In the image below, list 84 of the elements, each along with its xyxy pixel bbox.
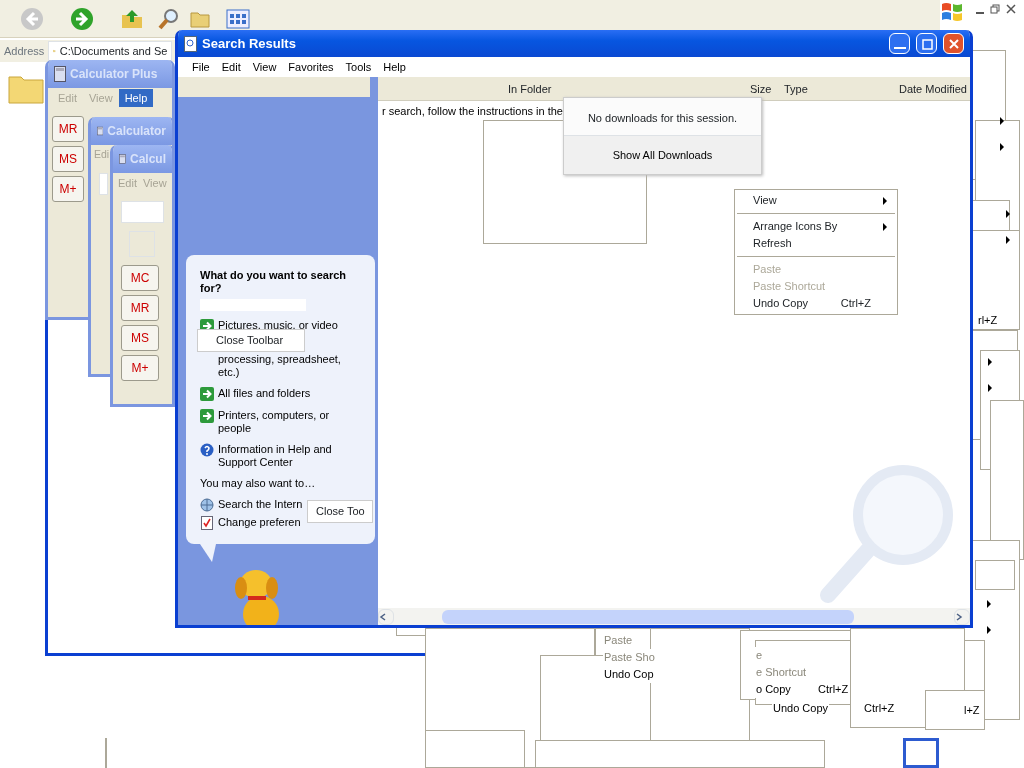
menu-item[interactable]: Refresh [735,235,897,252]
column-header[interactable]: Type [784,80,808,98]
submenu-arrow-icon [987,626,991,634]
window-title: Calculator [107,123,166,140]
submenu-arrow-icon [987,600,991,608]
scroll-left-button[interactable] [378,608,394,625]
key-button[interactable]: MC [121,265,159,291]
menu-item[interactable]: Edit [215,57,247,77]
maximize-button[interactable] [916,33,937,55]
menu-item[interactable]: File [186,57,216,77]
scroll-thumb[interactable] [442,609,854,624]
key-button[interactable]: MR [121,295,159,321]
menu-item[interactable]: Tools [339,57,378,77]
section-label: You may also want to… [200,476,317,490]
show-downloads-button[interactable]: Show All Downloads [564,134,761,174]
search-icon[interactable] [157,7,181,31]
calculator-icon [54,66,66,82]
submenu-arrow-icon [988,384,992,392]
key-button[interactable]: M+ [121,355,159,381]
window-title: Calculator Plus [70,66,158,83]
key-button[interactable]: M+ [52,176,84,202]
column-header[interactable]: In Folder [508,80,552,98]
magnifier-page-icon [184,35,198,52]
heading: What do you want to search for? [200,268,348,295]
submenu-arrow-icon [883,196,887,205]
menu-item-text: e Shortcut [755,664,808,681]
key-button[interactable]: MS [121,325,159,351]
views-icon[interactable] [226,7,250,31]
menu-item-text: e [755,647,764,664]
menu-item[interactable]: Help [118,88,154,108]
maximize-icon [920,37,933,50]
minimize-button[interactable] [889,33,910,55]
restore-icon[interactable] [990,4,1000,14]
checklist-icon [200,515,214,530]
calculator-icon [97,123,104,139]
menu-item[interactable]: View [735,192,897,209]
search-option[interactable]: Information in Help and Support Center [218,442,363,469]
submenu-arrow-icon [883,222,887,231]
key-button[interactable]: MR [52,116,84,142]
menu-item[interactable]: Favorites [282,57,340,77]
address-field[interactable]: C:\Documents and Se [48,41,173,61]
folder-up-icon[interactable] [120,7,144,31]
forward-icon[interactable] [70,7,94,31]
menu-item[interactable]: Undo Copy Ctrl+Z [735,295,897,312]
key-button[interactable]: MS [52,146,84,172]
close-button[interactable] [943,33,964,55]
menu-item[interactable]: Help [377,57,412,77]
arrow-icon [200,386,214,401]
menu-item-text: Undo Cop [603,666,655,683]
instructions-text: r search, follow the instructions in the [382,104,563,118]
menu-item[interactable]: View [246,57,283,77]
submenu-arrow-icon [1000,143,1004,151]
search-option[interactable]: Search the Intern [218,497,303,512]
search-option[interactable]: All files and folders [218,386,311,401]
scroll-right-button[interactable] [954,608,970,625]
help-icon [200,442,214,457]
globe-search-icon [200,497,214,512]
display-field [99,173,108,195]
display-field [121,201,164,223]
tooltip: Close Too [307,500,373,523]
search-option[interactable]: processing, spreadsheet, etc.) [218,352,363,379]
window-title: Search Results [202,34,297,53]
calculator-icon [119,151,126,167]
minimize-icon [893,47,906,50]
close-icon[interactable] [1006,4,1016,14]
tooltip: Close Toolbar [197,329,305,352]
close-icon [947,37,960,50]
submenu-arrow-icon [988,358,992,366]
search-option[interactable]: Change preferen [218,515,301,530]
window-title: Calcul [130,151,166,168]
popup-message: No downloads for this session. [586,111,739,126]
submenu-arrow-icon [1006,236,1010,244]
column-header[interactable]: Size [750,80,772,98]
window-outline [903,738,939,768]
arrow-icon [200,408,214,423]
address-label: Address [4,43,45,59]
menu-item-text: o Copy [755,681,792,698]
submenu-arrow-icon [1000,117,1004,125]
submenu-arrow-icon [1006,210,1010,218]
windows-logo-icon [940,1,964,23]
menu-item[interactable]: Arrange Icons By [735,218,897,235]
search-option[interactable]: Printers, computers, or people [218,408,363,435]
menu-item-text: Paste Sho [603,649,656,666]
column-header[interactable]: Date Modified [899,80,967,98]
